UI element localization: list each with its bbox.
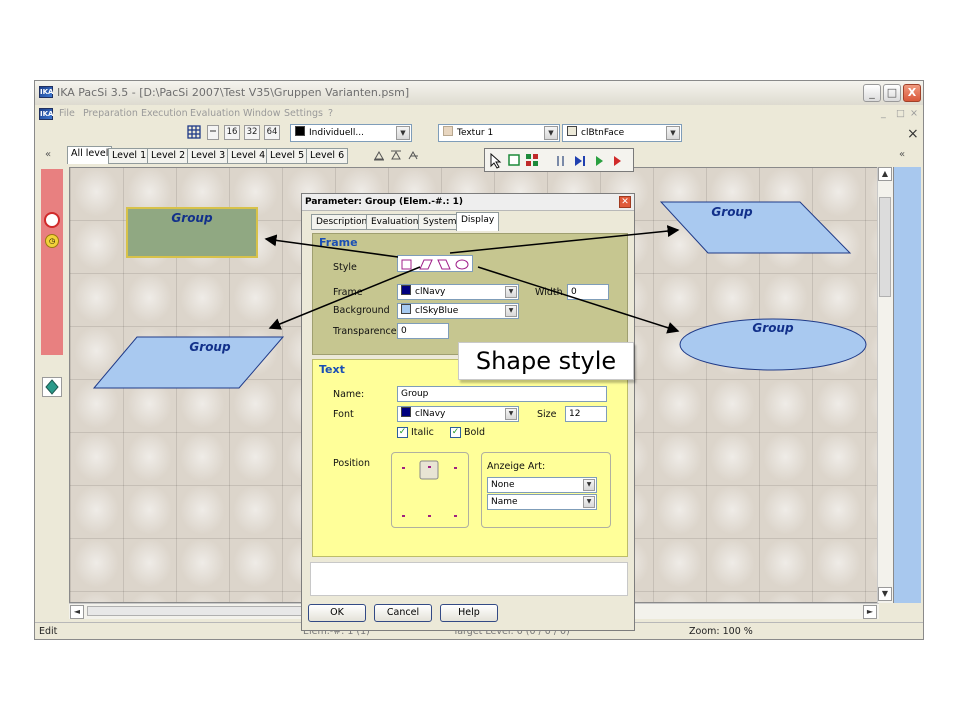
- shape-style-callout: Shape style: [458, 342, 634, 380]
